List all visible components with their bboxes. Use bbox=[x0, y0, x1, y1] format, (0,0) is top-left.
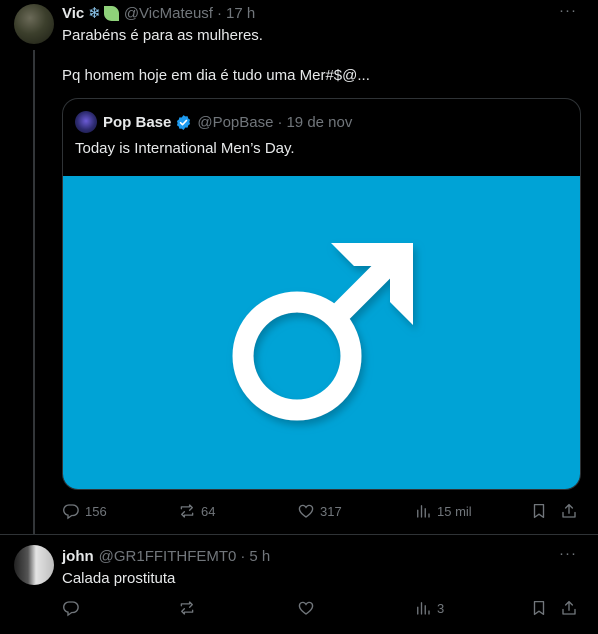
analytics-icon bbox=[417, 505, 430, 518]
views-button[interactable]: 15 mil bbox=[414, 501, 472, 521]
author-handle[interactable]: @VicMateusf bbox=[124, 5, 213, 22]
bookmark-icon bbox=[533, 600, 545, 616]
reply-icon bbox=[63, 504, 79, 520]
action-bar: 156 64 317 15 mil bbox=[62, 501, 582, 521]
tweet-text: Calada prostituta bbox=[62, 570, 176, 587]
author-name[interactable]: Vic bbox=[62, 5, 84, 22]
share-icon bbox=[562, 503, 576, 518]
views-button[interactable]: 3 bbox=[414, 598, 444, 618]
like-button[interactable] bbox=[297, 598, 315, 618]
view-count: 15 mil bbox=[437, 503, 472, 519]
reply-icon bbox=[63, 601, 79, 617]
share-button[interactable] bbox=[560, 501, 578, 521]
quoted-author-handle[interactable]: @PopBase bbox=[197, 114, 273, 131]
quoted-date[interactable]: 19 de nov bbox=[286, 114, 352, 131]
action-bar: 3 bbox=[62, 598, 582, 618]
more-options-icon[interactable]: ··· bbox=[558, 546, 578, 568]
avatar[interactable] bbox=[14, 545, 54, 585]
author-name[interactable]: john bbox=[62, 548, 94, 565]
repost-button[interactable]: 64 bbox=[178, 501, 215, 521]
tweet-header: Vic ❄ @VicMateusf · 17 h bbox=[62, 3, 255, 23]
more-options-icon[interactable]: ··· bbox=[558, 3, 578, 25]
analytics-icon bbox=[417, 602, 430, 615]
bookmark-button[interactable] bbox=[530, 501, 548, 521]
thread-line bbox=[33, 50, 35, 534]
reply-button[interactable]: 156 bbox=[62, 501, 107, 521]
verified-badge-icon bbox=[177, 114, 191, 130]
author-handle[interactable]: @GR1FFITHFEMT0 bbox=[99, 548, 237, 565]
share-button[interactable] bbox=[560, 598, 578, 618]
timestamp[interactable]: 17 h bbox=[226, 5, 255, 22]
view-count: 3 bbox=[437, 600, 445, 616]
quoted-header: Pop Base @PopBase · 19 de nov bbox=[103, 112, 352, 132]
timestamp[interactable]: 5 h bbox=[249, 548, 270, 565]
reply-button[interactable] bbox=[62, 598, 80, 618]
tweet[interactable]: john @GR1FFITHFEMT0 · 5 h ··· Calada pro… bbox=[0, 534, 598, 634]
heart-icon bbox=[298, 504, 314, 518]
reply-count: 156 bbox=[85, 503, 107, 519]
tweet-text-line: Pq homem hoje em dia é tudo uma Mer#$@..… bbox=[62, 67, 370, 84]
tweet[interactable]: Vic ❄ @VicMateusf · 17 h ··· Parabéns é … bbox=[0, 0, 598, 534]
bookmark-icon bbox=[533, 503, 545, 519]
like-count: 317 bbox=[320, 503, 342, 519]
avatar[interactable] bbox=[14, 4, 54, 44]
repost-icon bbox=[180, 601, 194, 615]
quoted-tweet[interactable]: Pop Base @PopBase · 19 de nov Today is I… bbox=[62, 98, 581, 490]
repost-icon bbox=[180, 504, 194, 518]
separator: · bbox=[277, 113, 283, 131]
separator: · bbox=[216, 4, 222, 22]
male-symbol-icon bbox=[232, 243, 413, 421]
quoted-avatar[interactable] bbox=[75, 111, 97, 133]
tweet-text-line: Parabéns é para as mulheres. bbox=[62, 27, 263, 44]
share-icon bbox=[562, 600, 576, 615]
separator: · bbox=[240, 547, 246, 565]
like-button[interactable]: 317 bbox=[297, 501, 342, 521]
bookmark-button[interactable] bbox=[530, 598, 548, 618]
repost-count: 64 bbox=[201, 503, 216, 519]
quoted-text: Today is International Men’s Day. bbox=[75, 140, 295, 157]
quoted-image[interactable] bbox=[63, 176, 580, 489]
quoted-author-name[interactable]: Pop Base bbox=[103, 114, 171, 131]
repost-button[interactable] bbox=[178, 598, 196, 618]
heart-icon bbox=[298, 601, 314, 615]
leaf-icon bbox=[103, 5, 119, 21]
tweet-header: john @GR1FFITHFEMT0 · 5 h bbox=[62, 546, 270, 566]
snowflake-icon: ❄ bbox=[88, 5, 101, 22]
